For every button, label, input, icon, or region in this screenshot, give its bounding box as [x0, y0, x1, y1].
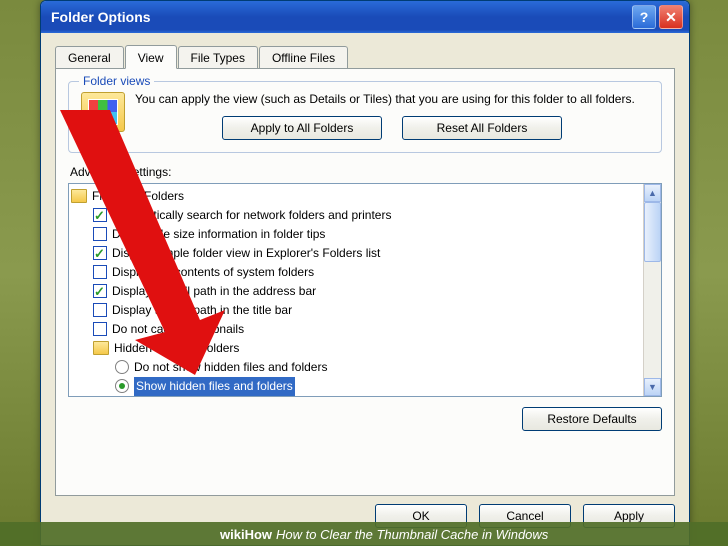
- folder-views-icon: [81, 92, 125, 132]
- advanced-settings-tree[interactable]: Files and Folders Automatically search f…: [68, 183, 662, 397]
- tab-offline-files[interactable]: Offline Files: [259, 46, 348, 69]
- radio-icon[interactable]: [115, 379, 129, 393]
- tab-file-types[interactable]: File Types: [178, 46, 258, 69]
- checkbox-icon[interactable]: [93, 265, 107, 279]
- checkbox-icon[interactable]: [93, 246, 107, 260]
- checkbox-icon[interactable]: [93, 322, 107, 336]
- window-title: Folder Options: [47, 9, 629, 25]
- restore-defaults-button[interactable]: Restore Defaults: [522, 407, 662, 431]
- tree-item[interactable]: Automatically search for network folders…: [71, 206, 641, 225]
- radio-icon[interactable]: [115, 360, 129, 374]
- reset-all-folders-button[interactable]: Reset All Folders: [402, 116, 562, 140]
- tree-body: Files and Folders Automatically search f…: [69, 184, 643, 396]
- tab-panel-view: Folder views You can apply the view (suc…: [55, 68, 675, 496]
- close-button[interactable]: ✕: [659, 5, 683, 29]
- checkbox-icon[interactable]: [93, 208, 107, 222]
- scroll-down-button[interactable]: ▼: [644, 378, 661, 396]
- help-button[interactable]: ?: [632, 5, 656, 29]
- titlebar[interactable]: Folder Options ? ✕: [41, 1, 689, 33]
- checkbox-icon[interactable]: [93, 303, 107, 317]
- scroll-track[interactable]: [644, 202, 661, 378]
- tree-group-hidden[interactable]: Hidden files and folders: [71, 339, 641, 358]
- tree-item[interactable]: Display file size information in folder …: [71, 225, 641, 244]
- checkbox-icon[interactable]: [93, 284, 107, 298]
- radio-show-hidden[interactable]: Show hidden files and folders: [71, 377, 641, 396]
- tree-item[interactable]: Do not cache thumbnails: [71, 320, 641, 339]
- tree-root-label: Files and Folders: [92, 187, 184, 206]
- folder-options-dialog: Folder Options ? ✕ General View File Typ…: [40, 0, 690, 546]
- folder-views-title: Folder views: [79, 74, 154, 88]
- folder-views-group: Folder views You can apply the view (suc…: [68, 81, 662, 153]
- checkbox-icon[interactable]: [93, 227, 107, 241]
- radio-do-not-show-hidden[interactable]: Do not show hidden files and folders: [71, 358, 641, 377]
- scroll-up-button[interactable]: ▲: [644, 184, 661, 202]
- tab-strip: General View File Types Offline Files: [41, 33, 689, 68]
- folder-views-description: You can apply the view (such as Details …: [135, 92, 649, 108]
- wikihow-caption: How to Clear the Thumbnail Cache in Wind…: [276, 527, 548, 542]
- tab-general[interactable]: General: [55, 46, 124, 69]
- tab-view[interactable]: View: [125, 45, 177, 69]
- folder-icon: [93, 341, 109, 355]
- advanced-settings-label: Advanced settings:: [70, 165, 662, 179]
- scroll-thumb[interactable]: [644, 202, 661, 262]
- tree-item[interactable]: Display simple folder view in Explorer's…: [71, 244, 641, 263]
- tree-item[interactable]: Display the contents of system folders: [71, 263, 641, 282]
- wikihow-caption-bar: wikiHow How to Clear the Thumbnail Cache…: [0, 522, 728, 546]
- apply-to-all-folders-button[interactable]: Apply to All Folders: [222, 116, 382, 140]
- vertical-scrollbar[interactable]: ▲ ▼: [643, 184, 661, 396]
- folder-icon: [71, 189, 87, 203]
- tree-item[interactable]: Display the full path in the address bar: [71, 282, 641, 301]
- tree-root[interactable]: Files and Folders: [71, 187, 641, 206]
- tree-item[interactable]: Display the full path in the title bar: [71, 301, 641, 320]
- wikihow-logo-text: wikiHow: [220, 527, 272, 542]
